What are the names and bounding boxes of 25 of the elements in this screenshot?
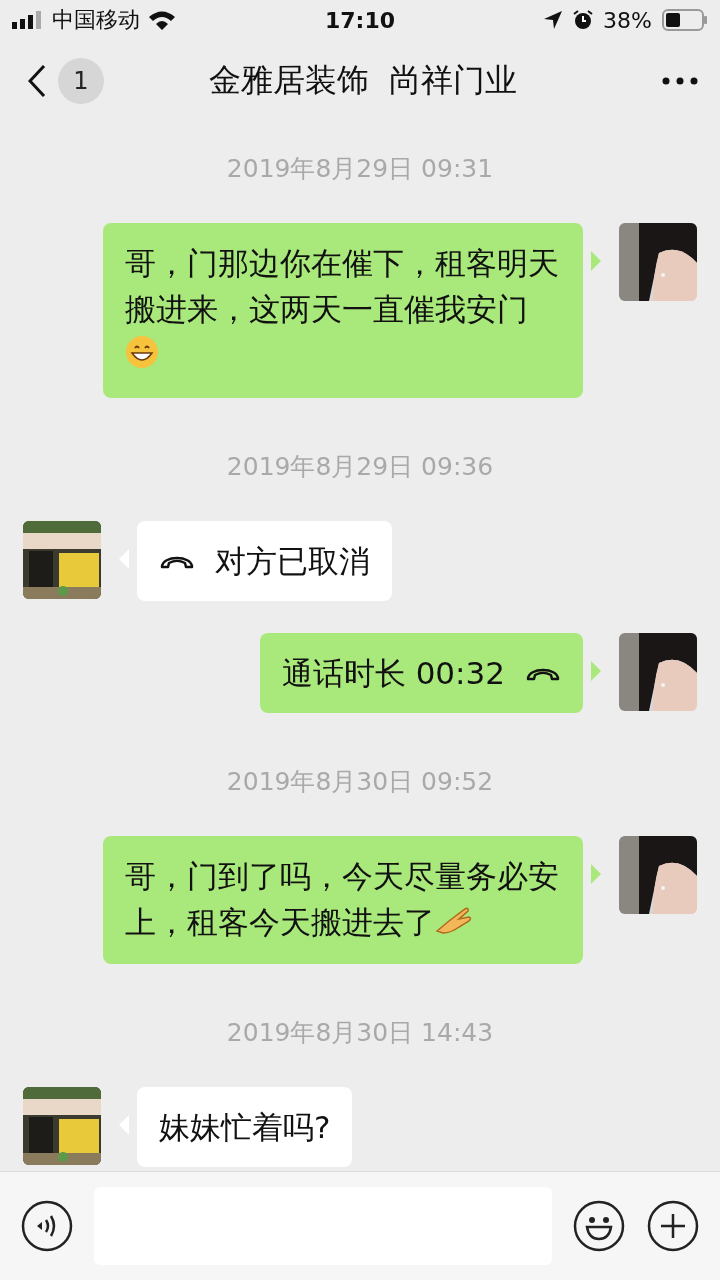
back-icon[interactable] xyxy=(28,65,46,97)
message-timestamp: 2019年8月30日 09:52 xyxy=(226,765,494,798)
battery-icon xyxy=(662,9,708,31)
chat-title: 金雅居装饰 尚祥门业 xyxy=(207,60,519,101)
emoji-button[interactable] xyxy=(572,1199,626,1253)
call-bubble[interactable]: 通话时长 00:32 xyxy=(259,632,583,713)
message-timestamp: 2019年8月29日 09:36 xyxy=(226,450,494,483)
unread-count: 1 xyxy=(58,58,104,104)
message-bubble: 哥，门到了吗，今天尽量务必安上，租客今天搬进去了 xyxy=(103,835,583,964)
grin-face-icon xyxy=(125,334,159,369)
message-timestamp: 2019年8月30日 14:43 xyxy=(226,1017,494,1049)
message-timestamp: 2019年8月29日 09:31 xyxy=(226,153,494,185)
message-bubble: 妹妹忙着吗? xyxy=(137,1087,353,1167)
more-icon[interactable] xyxy=(662,77,698,85)
alarm-clock-icon xyxy=(573,10,594,30)
add-button[interactable] xyxy=(646,1199,700,1253)
carrier-name: 中国移动 xyxy=(52,6,140,34)
message-bubble: 哥，门那边你在催下，租客明天搬进来，这两天一直催我安门 xyxy=(103,223,583,398)
location-arrow-icon xyxy=(543,10,564,30)
voice-button[interactable] xyxy=(20,1199,74,1253)
call-bubble[interactable]: 对方已取消 xyxy=(137,520,392,601)
clock-time: 17:10 xyxy=(325,7,395,33)
signal-icon xyxy=(12,11,44,29)
wifi-icon xyxy=(148,10,176,30)
battery-percent: 38% xyxy=(603,7,652,33)
